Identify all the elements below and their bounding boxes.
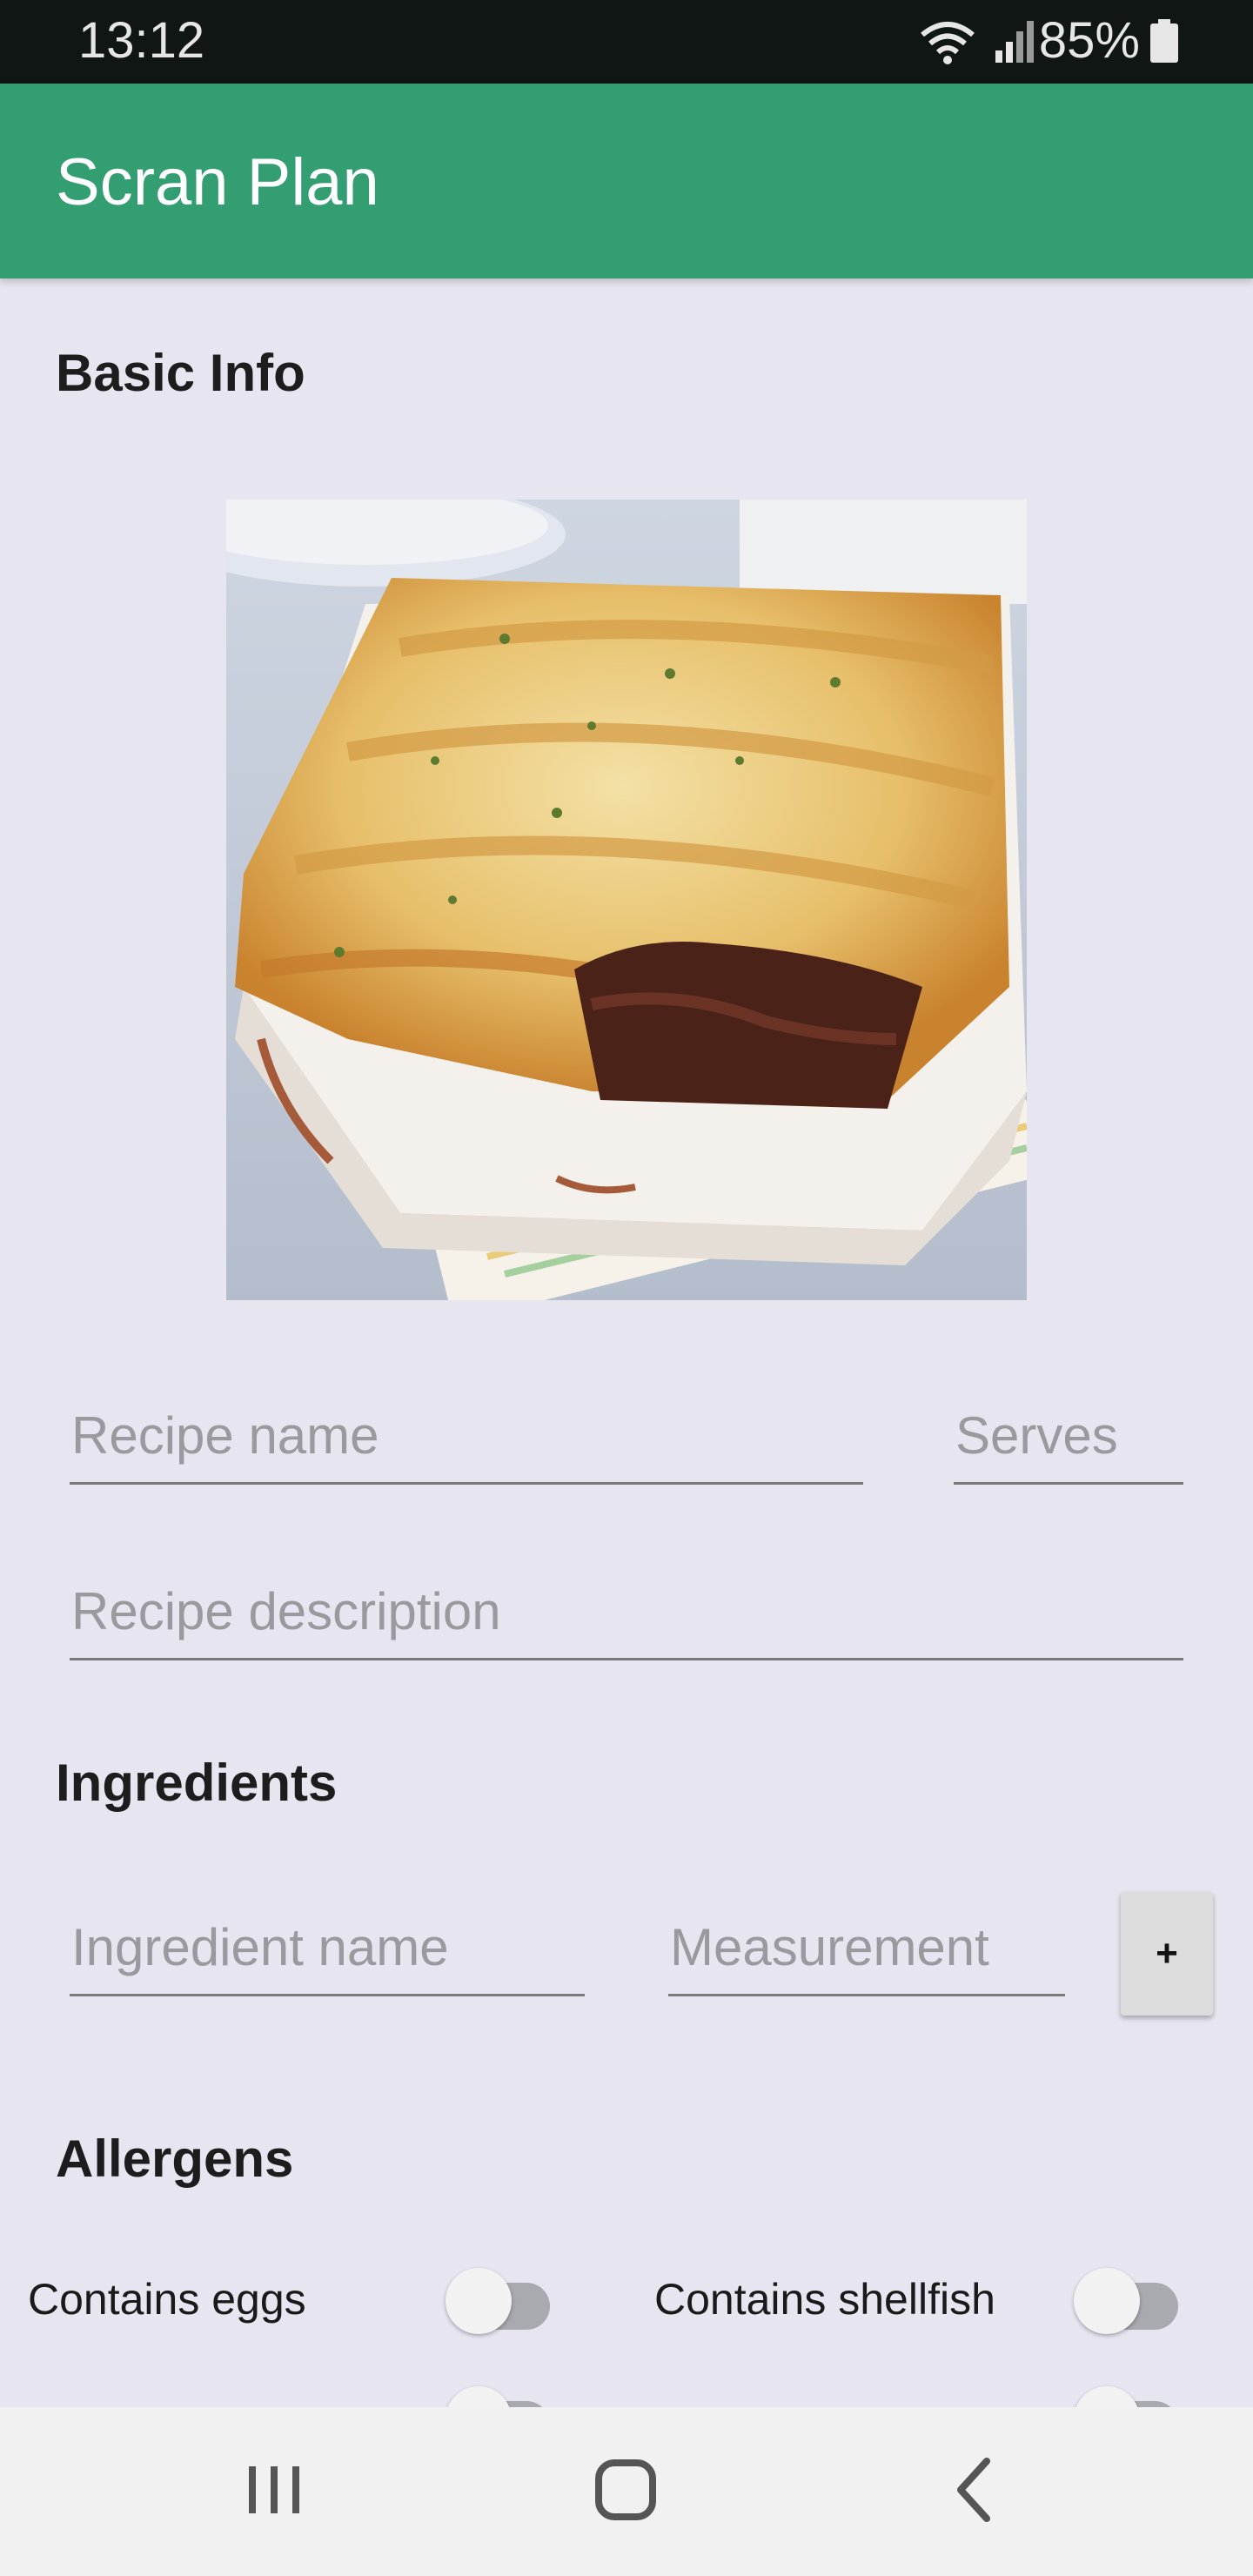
- toggle-thumb: [1074, 2268, 1140, 2334]
- back-icon[interactable]: [936, 2451, 1015, 2529]
- allergen-label: Contains eggs: [28, 2275, 306, 2324]
- recipe-description-input[interactable]: [70, 1577, 1183, 1660]
- ingredient-name-input[interactable]: [70, 1913, 585, 1996]
- home-icon[interactable]: [586, 2451, 665, 2529]
- wifi-icon: [921, 22, 975, 64]
- battery-icon: [1150, 19, 1178, 63]
- status-time: 13:12: [78, 12, 205, 69]
- app-title: Scran Plan: [56, 145, 379, 219]
- recipe-name-input[interactable]: [70, 1401, 863, 1485]
- recipe-photo: [226, 500, 1027, 1300]
- serves-input[interactable]: [954, 1401, 1183, 1485]
- allergen-label: Contains shellfish: [654, 2275, 995, 2324]
- toggle-thumb: [446, 2268, 512, 2334]
- recent-apps-icon[interactable]: [235, 2451, 313, 2529]
- add-ingredient-button[interactable]: +: [1121, 1892, 1213, 2016]
- signal-icon: [995, 21, 1034, 63]
- recipe-image[interactable]: [226, 500, 1027, 1300]
- ingredients-heading: Ingredients: [56, 1754, 338, 1812]
- app-bar: Scran Plan: [0, 84, 1253, 278]
- eggs-toggle[interactable]: [446, 2263, 560, 2334]
- status-bar: 13:12 85%: [0, 0, 1253, 84]
- shellfish-toggle[interactable]: [1074, 2263, 1189, 2334]
- navigation-bar: [0, 2407, 1253, 2576]
- battery-percent: 85%: [1038, 12, 1140, 69]
- basic-info-heading: Basic Info: [56, 344, 305, 402]
- allergens-heading: Allergens: [56, 2130, 294, 2188]
- measurement-input[interactable]: [668, 1913, 1065, 1996]
